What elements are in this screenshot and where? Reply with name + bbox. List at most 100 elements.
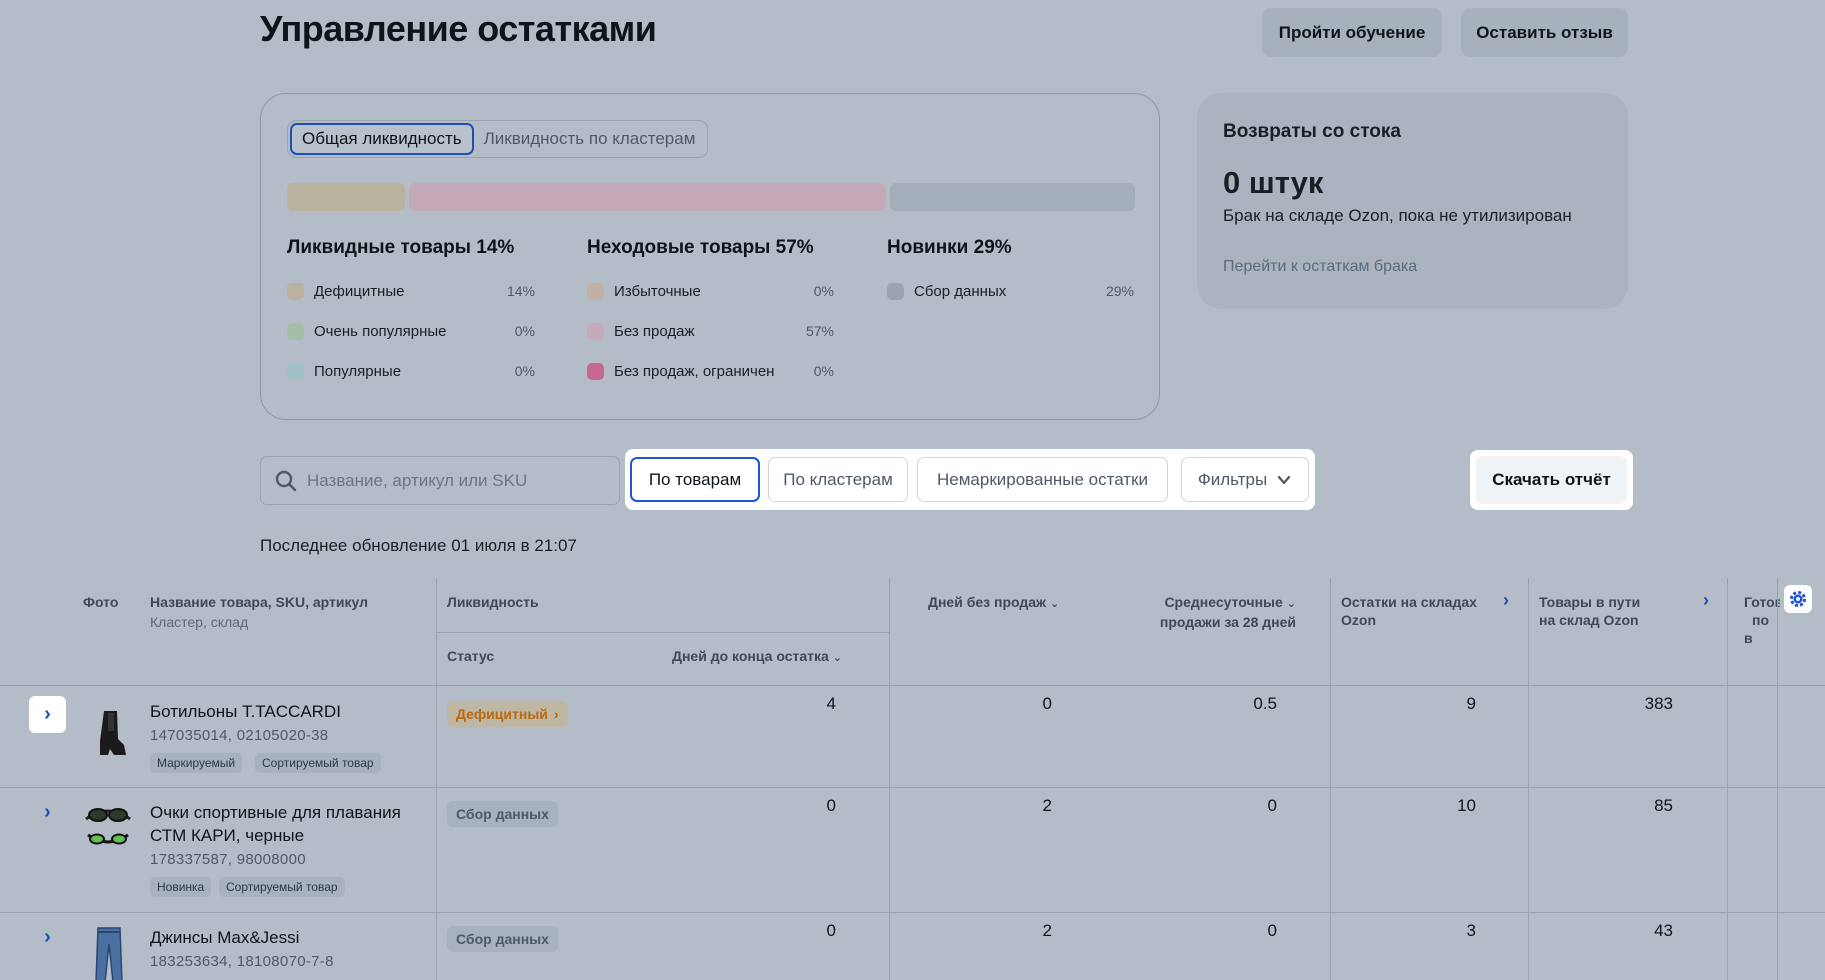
product-name[interactable]: Ботильоны T.TACCARDI: [150, 700, 420, 723]
col-transit-label-2: на склад Ozon: [1539, 612, 1639, 628]
returns-description: Брак на складе Ozon, пока не утилизирова…: [1223, 206, 1572, 225]
new-items-bar-segment: [890, 183, 1135, 211]
new-items-group-title: Новинки 29%: [887, 237, 1012, 258]
col-ready: Готов по в: [1744, 593, 1780, 647]
chevron-down-icon: ⌄: [1286, 598, 1296, 610]
col-transit-label: Товары в пути: [1539, 594, 1641, 610]
table-row[interactable]: › Джинсы Max&Jessi 183253634, 18108070-7…: [0, 914, 1825, 980]
status-label: Дефицитный: [456, 706, 548, 722]
col-status: Статус: [447, 648, 495, 664]
product-name[interactable]: Джинсы Max&Jessi: [150, 926, 420, 949]
stock-value: 10: [1457, 796, 1476, 815]
tab-unmarked-stock[interactable]: Немаркированные остатки: [917, 457, 1168, 502]
col-days-to-end-label: Дней до конца остатка: [672, 648, 829, 664]
avg-sales-value: 0: [1267, 796, 1277, 815]
col-days-no-sales[interactable]: Дней без продаж ⌄: [928, 593, 1059, 613]
legend-item: Сбор данных 29%: [887, 280, 1134, 302]
filters-label: Фильтры: [1197, 469, 1268, 489]
filters-button[interactable]: Фильтры: [1181, 457, 1309, 502]
returns-link[interactable]: Перейти к остаткам брака: [1223, 258, 1417, 276]
returns-card: Возвраты со стока 0 штук Брак на складе …: [1197, 93, 1628, 309]
days-to-end-value: 0: [826, 921, 836, 940]
days-no-sales-value: 2: [1042, 921, 1052, 940]
legend-item: Дефицитные 14%: [287, 280, 535, 302]
column-settings-button[interactable]: [1784, 585, 1812, 613]
chevron-right-icon[interactable]: ›: [1703, 590, 1709, 611]
transit-value: 43: [1654, 921, 1673, 940]
status-badge[interactable]: Дефицитный ›: [447, 701, 568, 727]
tab-by-clusters[interactable]: По кластерам: [768, 457, 908, 502]
product-tag: Новинка: [150, 877, 212, 897]
col-ready-label: Готов: [1744, 594, 1780, 610]
tab-by-products[interactable]: По товарам: [630, 457, 760, 502]
legend-label: Без продаж: [614, 322, 695, 340]
legend-value: 0%: [813, 283, 834, 299]
legend-label: Популярные: [314, 362, 402, 380]
table-row[interactable]: › Ботильоны T.TACCARDI 147035014, 021050…: [0, 687, 1825, 788]
returns-title: Возвраты со стока: [1223, 121, 1401, 142]
expand-row-button[interactable]: ›: [29, 794, 66, 831]
legend-label: Без продаж, ограничен: [614, 362, 775, 380]
learn-button[interactable]: Пройти обучение: [1262, 8, 1442, 57]
status-badge[interactable]: Сбор данных: [447, 926, 558, 952]
tab-general-liquidity[interactable]: Общая ликвидность: [290, 123, 474, 155]
legend-value: 57%: [805, 323, 834, 339]
col-days-to-end[interactable]: Дней до конца остатка ⌄: [672, 647, 842, 667]
legend-dot: [287, 282, 304, 300]
table-row[interactable]: › Очки спортивные для плавания СТМ КАРИ,…: [0, 789, 1825, 913]
status-badge[interactable]: Сбор данных: [447, 801, 558, 827]
expand-row-button[interactable]: ›: [29, 696, 66, 733]
legend-item: Без продаж 57%: [587, 320, 834, 342]
days-no-sales-value: 2: [1042, 796, 1052, 815]
search-icon: [275, 470, 297, 491]
expand-row-button[interactable]: ›: [29, 919, 66, 956]
table-header: Фото Название товара, SKU, артикул Класт…: [0, 578, 1825, 686]
jeans-icon: [95, 927, 123, 980]
status-label: Сбор данных: [456, 931, 549, 947]
col-avg-sales[interactable]: Среднесуточные ⌄ продажи за 28 дней: [1131, 593, 1296, 631]
legend-dot: [587, 362, 604, 380]
avg-sales-value: 0: [1267, 921, 1277, 940]
product-tag: Маркируемый: [150, 753, 243, 773]
col-days-no-sales-label: Дней без продаж: [928, 594, 1046, 610]
returns-count: 0 штук: [1223, 165, 1324, 200]
legend-label: Сбор данных: [914, 282, 1007, 300]
col-stock: Остатки на складах Ozon: [1341, 593, 1477, 629]
col-ready-label-2: по в: [1744, 612, 1770, 646]
chevron-right-icon[interactable]: ›: [1503, 590, 1509, 611]
search-input[interactable]: [307, 470, 607, 491]
boot-icon: [100, 711, 126, 755]
liquidity-tabs: Общая ликвидность Ликвидность по кластер…: [287, 120, 709, 158]
legend-label: Дефицитные: [314, 282, 405, 300]
download-report-button[interactable]: Скачать отчёт: [1476, 456, 1627, 504]
product-tag: Сортируемый товар: [255, 753, 381, 773]
tab-cluster-liquidity[interactable]: Ликвидность по кластерам: [474, 123, 706, 155]
page-title: Управление остатками: [260, 8, 657, 49]
legend-value: 29%: [1105, 283, 1134, 299]
download-box: Скачать отчёт: [1470, 450, 1633, 510]
goggles-icon: [85, 808, 131, 845]
status-label: Сбор данных: [456, 806, 549, 822]
legend-label: Очень популярные: [314, 322, 447, 340]
dead-stock-group-title: Неходовые товары 57%: [587, 237, 814, 258]
product-tag: Сортируемый товар: [219, 877, 345, 897]
col-transit: Товары в пути на склад Ozon: [1539, 593, 1640, 629]
search-box[interactable]: [260, 456, 620, 505]
transit-value: 383: [1644, 694, 1673, 713]
product-name[interactable]: Очки спортивные для плавания СТМ КАРИ, ч…: [150, 801, 420, 847]
review-button[interactable]: Оставить отзыв: [1461, 8, 1628, 57]
liquidity-card: Общая ликвидность Ликвидность по кластер…: [260, 93, 1160, 420]
col-avg-sales-label: Среднесуточные: [1164, 594, 1283, 610]
legend-item: Избыточные 0%: [587, 280, 834, 302]
col-avg-sales-label-2: продажи за 28 дней: [1159, 614, 1296, 630]
legend-item: Популярные 0%: [287, 360, 535, 382]
chevron-right-icon: ›: [553, 706, 559, 722]
legend-item: Очень популярные 0%: [287, 320, 535, 342]
days-to-end-value: 0: [826, 796, 836, 815]
dead-stock-bar-segment: [409, 183, 886, 211]
days-to-end-value: 4: [826, 694, 836, 713]
view-tabs: По товарам По кластерам Немаркированные …: [625, 449, 1315, 510]
col-stock-label-2: Ozon: [1341, 612, 1376, 628]
chevron-down-icon: [1278, 475, 1291, 484]
legend-dot: [287, 322, 304, 340]
